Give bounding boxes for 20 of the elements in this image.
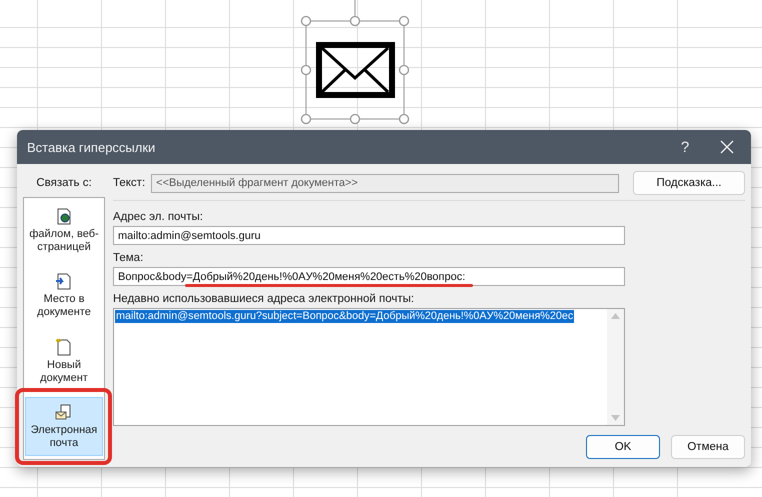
link-type-item[interactable]: Место в документе bbox=[25, 266, 103, 326]
subject-field[interactable]: Вопрос&body=Добрый%20день!%0AУ%20меня%20есть%20вопрос: bbox=[113, 267, 625, 286]
dialog-button[interactable]: Отмена bbox=[671, 435, 745, 459]
link-to-label: Связать с: bbox=[36, 177, 92, 190]
globe-document-icon bbox=[55, 207, 73, 226]
help-button[interactable]: ? bbox=[671, 138, 699, 156]
mail-document-icon bbox=[55, 402, 73, 422]
dialog-title: Вставка гиперссылки bbox=[27, 140, 156, 154]
recent-label: Недавно использовавшиеся адреса электронной почты: bbox=[113, 293, 416, 306]
new-document-icon bbox=[55, 338, 73, 357]
recent-item[interactable]: mailto:admin@semtools.guru?subject=Вопрос&body=Добрый%20день!%0AУ%20меня%20ес bbox=[115, 310, 574, 323]
text-label: Текст: bbox=[113, 176, 146, 190]
link-type-item[interactable]: Электронная почта bbox=[25, 396, 103, 456]
tip-button[interactable]: Подсказка... bbox=[633, 171, 745, 195]
email-label: Адрес эл. почты: bbox=[113, 211, 204, 224]
subject-label: Тема: bbox=[113, 252, 144, 265]
email-field[interactable]: mailto:admin@semtools.guru bbox=[113, 226, 625, 245]
link-type-item[interactable]: Новый документ bbox=[25, 332, 103, 391]
dialog-button[interactable]: OK bbox=[586, 435, 660, 459]
link-type-item[interactable]: файлом, веб-страницей bbox=[25, 201, 103, 260]
